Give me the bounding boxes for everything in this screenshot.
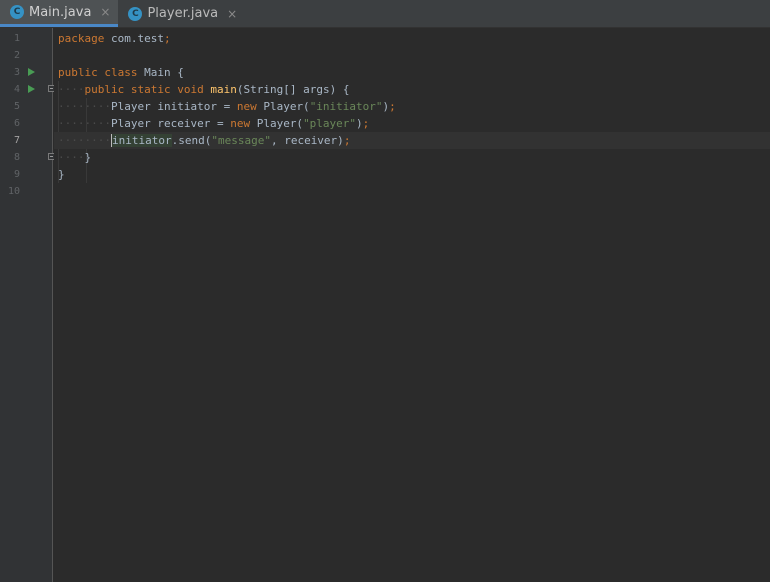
line-number: 2	[13, 50, 20, 61]
semicolon: ;	[389, 100, 396, 113]
line-number: 6	[13, 118, 20, 129]
method-name: main	[210, 83, 237, 96]
run-icon[interactable]	[28, 85, 35, 93]
keyword: public	[84, 83, 125, 96]
string-literal: "player"	[303, 117, 357, 130]
gutter-line: 6	[0, 115, 53, 132]
variable: initiator	[110, 134, 172, 147]
code-text: Player(	[256, 100, 310, 113]
code-text: .send(	[171, 134, 212, 147]
code-text: Player	[110, 100, 158, 113]
code-text: =	[216, 100, 237, 113]
code-text: , receiver)	[270, 134, 344, 147]
line-number: 9	[13, 169, 20, 180]
variable: initiator	[157, 100, 217, 113]
gutter-line: 2	[0, 47, 53, 64]
line-number: 3	[13, 67, 20, 78]
code-line: }	[58, 166, 65, 183]
code-text: )	[356, 117, 363, 130]
code-text: }	[84, 151, 92, 164]
keyword: void	[177, 83, 204, 96]
line-number: 7	[13, 135, 20, 146]
keyword: package	[58, 32, 105, 45]
gutter-line: 10	[0, 183, 53, 200]
gutter-line: 7	[0, 132, 53, 149]
gutter-line: 8	[0, 149, 55, 166]
code-line: ········Player receiver = new Player("pl…	[58, 117, 370, 130]
tab-main-java[interactable]: C Main.java ×	[0, 0, 119, 27]
line-number: 5	[13, 101, 20, 112]
code-line: public class Main {	[58, 64, 184, 81]
string-literal: "message"	[211, 134, 271, 147]
run-icon[interactable]	[28, 68, 35, 76]
keyword: static	[130, 83, 171, 96]
class-icon: C	[10, 5, 24, 19]
class-icon: C	[128, 6, 143, 21]
keyword: new	[236, 100, 257, 113]
gutter-line: 1	[0, 30, 53, 47]
close-icon[interactable]: ×	[100, 5, 110, 19]
code-text: =	[210, 117, 231, 130]
semicolon: ;	[343, 134, 351, 147]
code-line: ····public static void main(String[] arg…	[58, 83, 350, 96]
editor-tab-bar: C Main.java × C Player.java ×	[0, 0, 770, 28]
line-number: 4	[13, 84, 20, 95]
semicolon: ;	[362, 117, 370, 130]
code-line: ····}	[58, 151, 92, 164]
code-text: }	[58, 168, 65, 181]
code-text: com.test	[104, 32, 164, 45]
line-number: 8	[13, 152, 20, 163]
code-text: Player(	[250, 117, 304, 130]
code-text: Main {	[137, 66, 184, 79]
gutter-line: 5	[0, 98, 53, 115]
variable: receiver	[157, 117, 211, 130]
code-text: (String[] args) {	[236, 83, 350, 96]
keyword: new	[230, 117, 251, 130]
keyword: public	[58, 66, 98, 79]
close-icon[interactable]: ×	[227, 7, 237, 21]
keyword: class	[104, 66, 138, 79]
code-line: ········Player initiator = new Player("i…	[58, 100, 396, 113]
gutter-line: 9	[0, 166, 53, 183]
gutter-line: 3	[0, 64, 53, 81]
tab-label: Player.java	[147, 6, 219, 21]
editor-gutter: 1 2 3 4 5 6 7 8 9 10	[0, 28, 55, 582]
line-number: 10	[7, 186, 20, 197]
tab-player-java[interactable]: C Player.java ×	[118, 0, 245, 27]
semicolon: ;	[163, 32, 171, 45]
code-line-current: ········initiator.send("message", receiv…	[54, 132, 770, 149]
tab-label: Main.java	[29, 4, 92, 20]
string-literal: "initiator"	[309, 100, 383, 113]
code-editor[interactable]: package com.test; public class Main { ··…	[54, 28, 770, 582]
code-line: package com.test;	[58, 30, 171, 47]
gutter-line: 4	[0, 81, 55, 98]
code-text: Player	[110, 117, 158, 130]
line-number: 1	[13, 33, 20, 44]
